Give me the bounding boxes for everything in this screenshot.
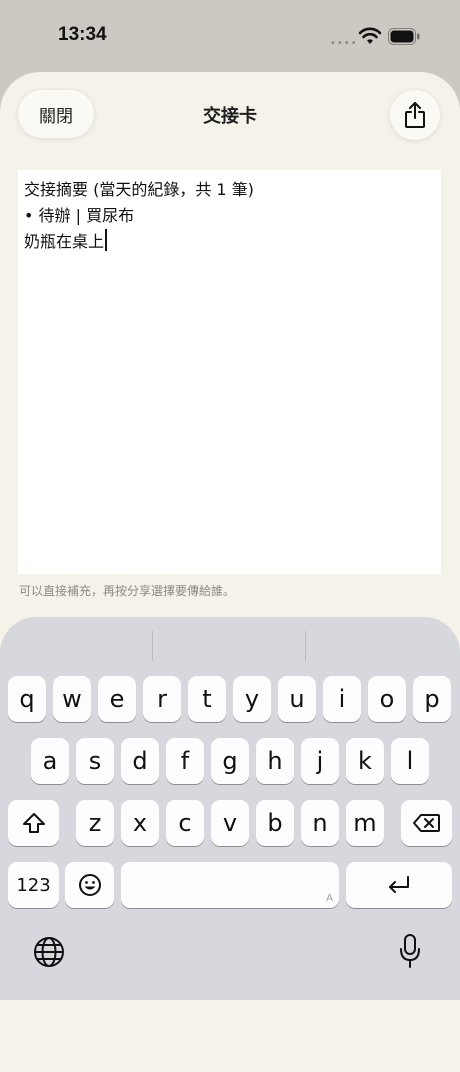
status-time: 13:34 (58, 24, 107, 45)
shift-icon (22, 813, 45, 833)
key-o[interactable]: o (368, 676, 406, 722)
note-line: 交接摘要 (當天的紀錄，共 1 筆) (24, 180, 254, 199)
key-q[interactable]: q (8, 676, 46, 722)
backspace-icon (412, 814, 440, 832)
keyboard: q w e r t y u i o p a s d f g h j k l z … (0, 617, 460, 1000)
emoji-key[interactable] (65, 862, 114, 908)
return-icon (389, 876, 409, 893)
key-w[interactable]: w (53, 676, 91, 722)
key-c[interactable]: c (166, 800, 204, 846)
key-z[interactable]: z (76, 800, 114, 846)
wifi-icon (358, 27, 382, 44)
key-a[interactable]: a (31, 738, 69, 784)
suggestion-divider (305, 631, 306, 661)
key-f[interactable]: f (166, 738, 204, 784)
space-key-mark: A (326, 893, 333, 904)
delete-key[interactable] (401, 800, 452, 846)
key-i[interactable]: i (323, 676, 361, 722)
cellular-signal-icon: •••• (330, 38, 358, 49)
key-p[interactable]: p (413, 676, 451, 722)
note-line: 奶瓶在桌上 (24, 229, 435, 255)
key-b[interactable]: b (256, 800, 294, 846)
key-x[interactable]: x (121, 800, 159, 846)
note-text-area[interactable]: 交接摘要 (當天的紀錄，共 1 筆) • 待辦 | 買尿布 奶瓶在桌上 (18, 170, 441, 574)
emoji-icon (78, 874, 101, 896)
microphone-icon[interactable] (398, 933, 422, 969)
key-h[interactable]: h (256, 738, 294, 784)
globe-icon[interactable] (32, 935, 66, 969)
shift-key[interactable] (8, 800, 59, 846)
key-s[interactable]: s (76, 738, 114, 784)
numbers-key[interactable]: 123 (8, 862, 59, 908)
share-icon (405, 102, 425, 128)
key-d[interactable]: d (121, 738, 159, 784)
share-button[interactable] (390, 90, 440, 140)
note-line: • 待辦 | 買尿布 (24, 206, 135, 225)
space-key[interactable]: A (121, 862, 339, 908)
text-cursor (105, 229, 108, 251)
key-g[interactable]: g (211, 738, 249, 784)
key-j[interactable]: j (301, 738, 339, 784)
key-r[interactable]: r (143, 676, 181, 722)
key-v[interactable]: v (211, 800, 249, 846)
key-m[interactable]: m (346, 800, 384, 846)
status-bar: 13:34 •••• (0, 0, 460, 74)
key-e[interactable]: e (98, 676, 136, 722)
battery-icon (388, 28, 420, 45)
key-k[interactable]: k (346, 738, 384, 784)
key-u[interactable]: u (278, 676, 316, 722)
key-t[interactable]: t (188, 676, 226, 722)
return-key[interactable] (346, 862, 452, 908)
suggestion-divider (152, 631, 153, 661)
key-n[interactable]: n (301, 800, 339, 846)
hint-text: 可以直接補充，再按分享選擇要傳給誰。 (19, 584, 236, 598)
key-y[interactable]: y (233, 676, 271, 722)
key-l[interactable]: l (391, 738, 429, 784)
